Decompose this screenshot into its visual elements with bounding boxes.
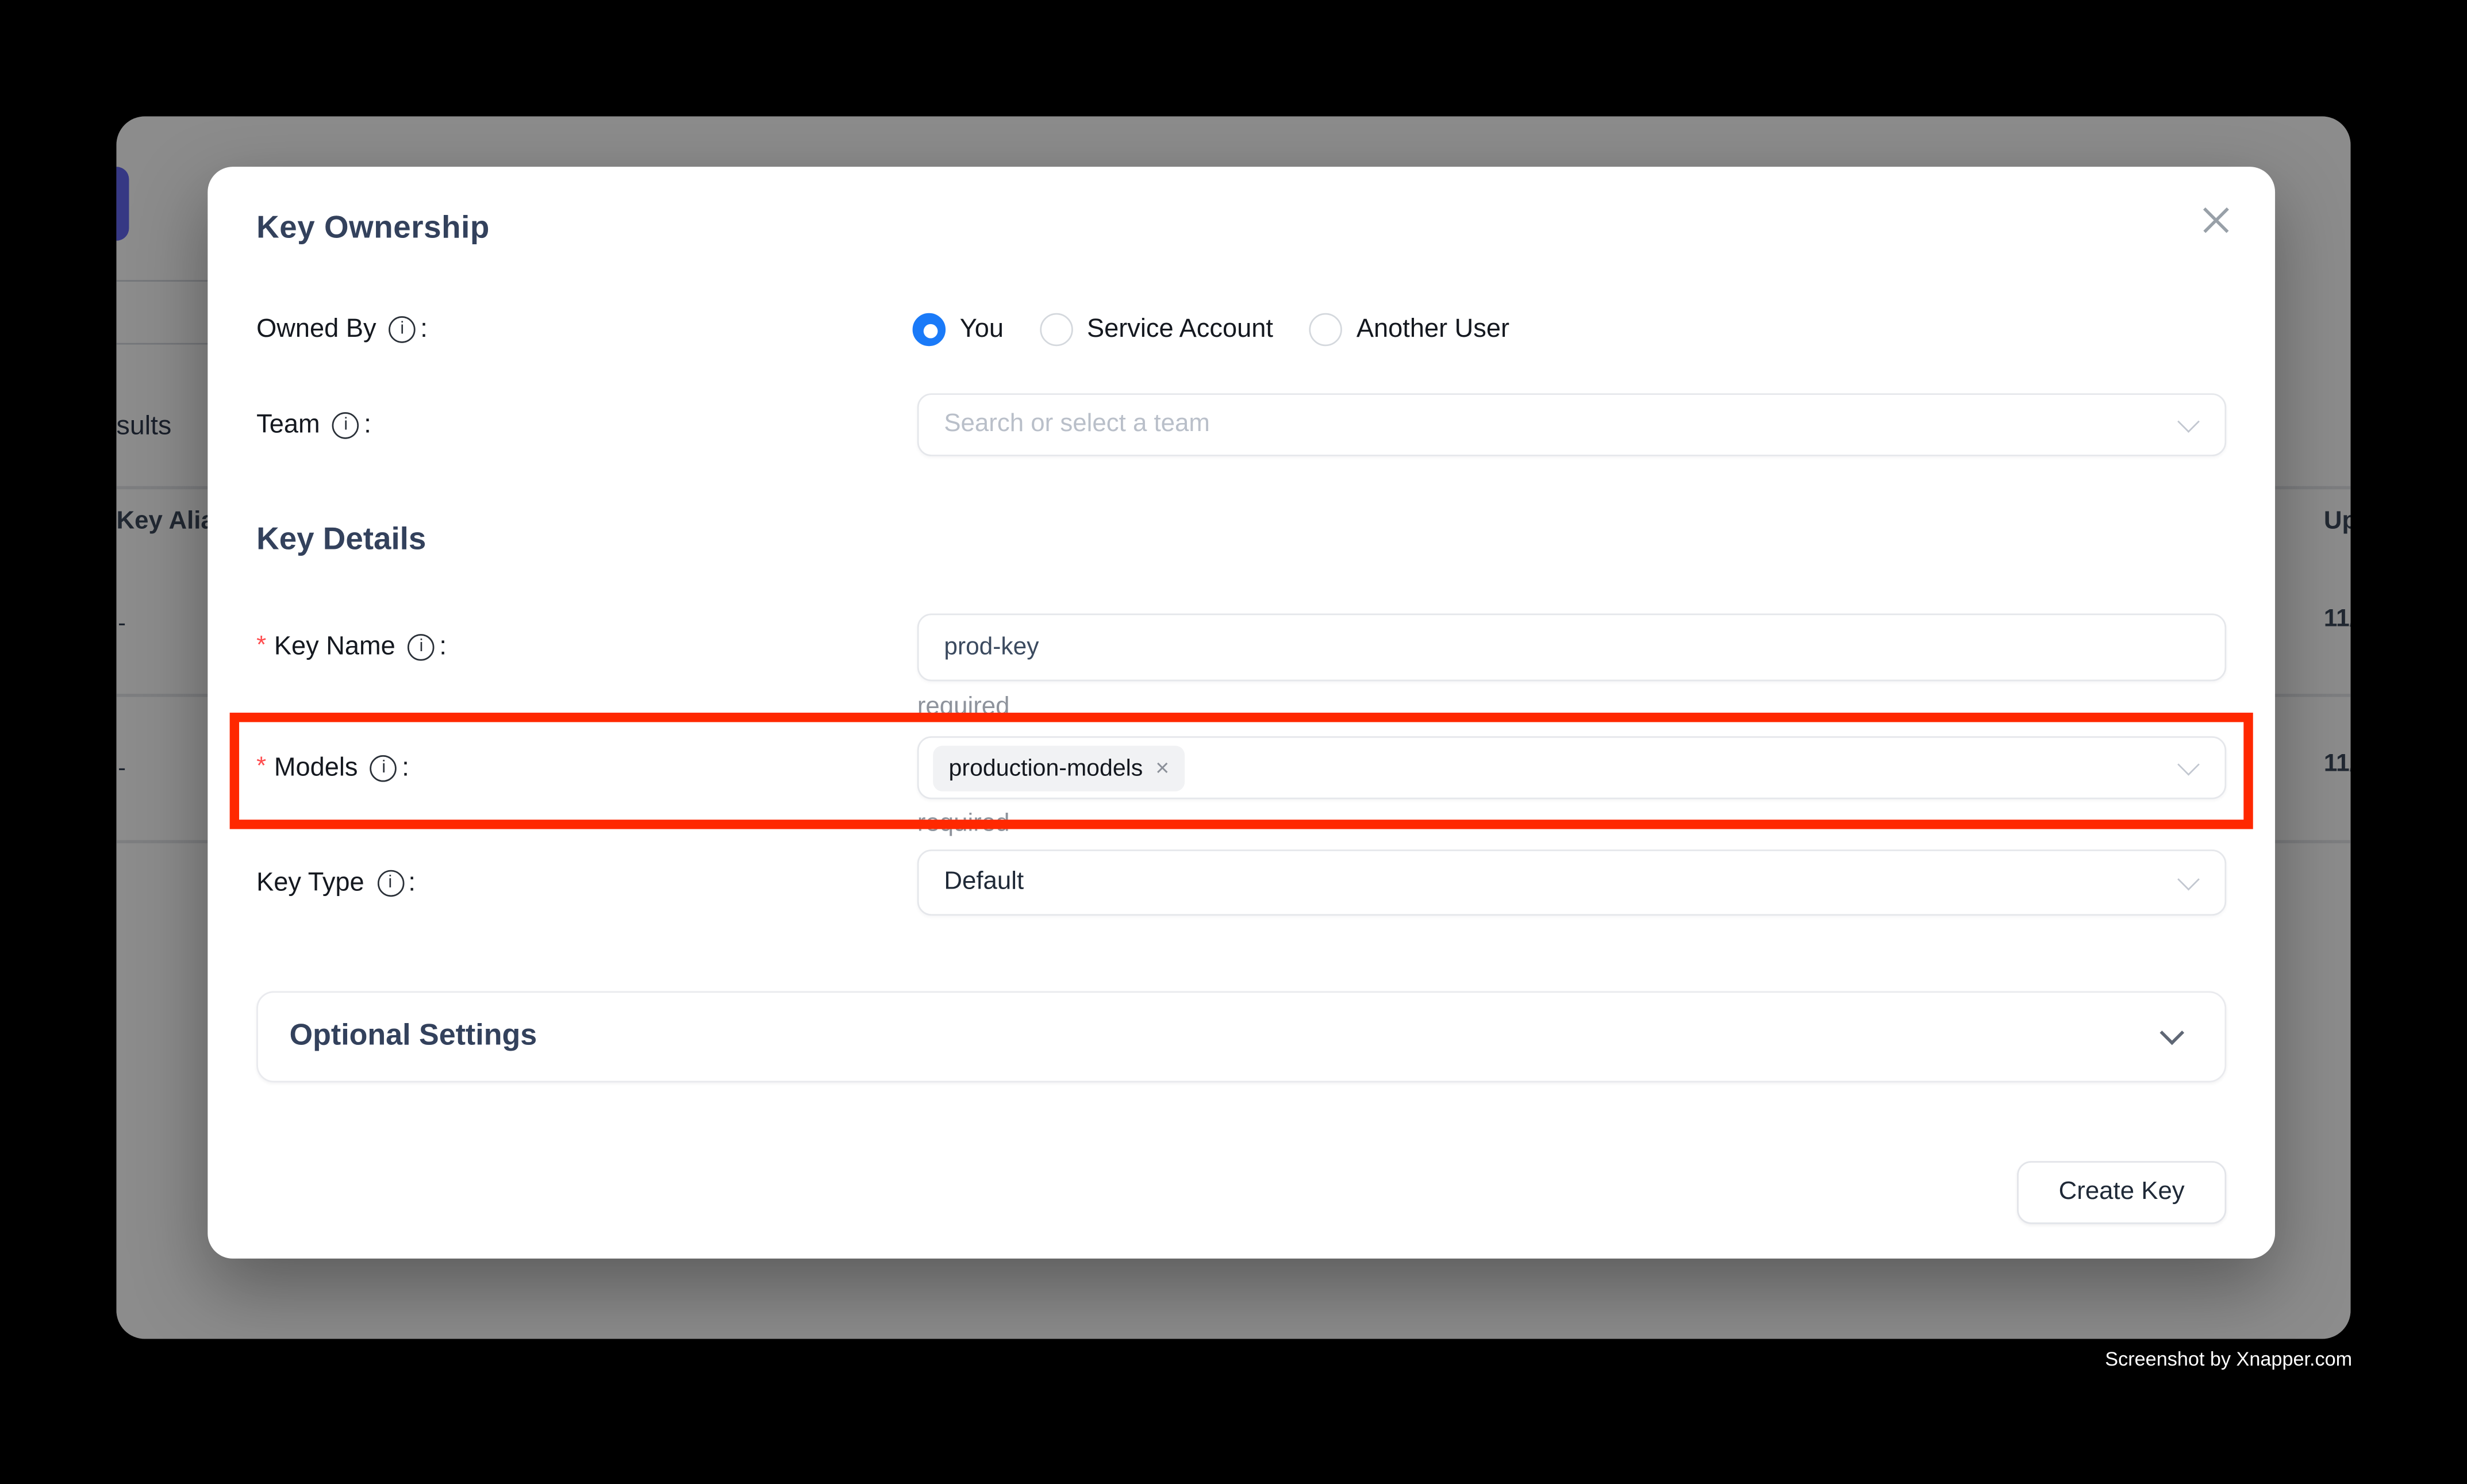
tag-remove-icon[interactable]: ×	[1155, 755, 1169, 782]
chevron-down-icon	[2159, 1021, 2184, 1045]
required-asterisk: *	[256, 632, 266, 660]
radio-unselected-icon	[1309, 312, 1342, 345]
team-select[interactable]	[917, 393, 2226, 456]
key-details-heading: Key Details	[256, 522, 426, 559]
chevron-down-icon	[2177, 410, 2200, 433]
key-type-value: Default	[944, 868, 1024, 897]
key-type-select[interactable]: Default	[917, 849, 2226, 916]
models-required-hint: required	[917, 810, 1010, 839]
radio-service-account[interactable]: Service Account	[1040, 312, 1273, 345]
info-icon[interactable]: i	[389, 316, 416, 343]
create-key-modal: Key Ownership Owned By i : You Service A…	[207, 167, 2275, 1259]
create-key-button[interactable]: Create Key	[2017, 1161, 2226, 1224]
key-name-required-hint: required	[917, 694, 1010, 722]
radio-selected-icon	[913, 312, 946, 345]
info-icon[interactable]: i	[408, 633, 435, 660]
model-tag: production-models ×	[933, 745, 1185, 790]
radio-unselected-icon	[1040, 312, 1073, 345]
models-label: * Models i :	[256, 747, 409, 788]
model-tag-label: production-models	[949, 755, 1143, 782]
optional-settings-toggle[interactable]: Optional Settings	[256, 991, 2226, 1082]
optional-settings-title: Optional Settings	[290, 1020, 537, 1054]
radio-another-user[interactable]: Another User	[1309, 312, 1509, 345]
key-type-label: Key Type i :	[256, 862, 416, 903]
watermark-text: Screenshot by Xnapper.com	[2105, 1348, 2352, 1370]
required-asterisk: *	[256, 753, 266, 782]
owned-by-label: Owned By i :	[256, 309, 428, 349]
key-name-input[interactable]	[917, 614, 2226, 682]
info-icon[interactable]: i	[377, 869, 404, 896]
close-icon[interactable]	[2198, 201, 2236, 239]
team-label: Team i :	[256, 404, 371, 445]
info-icon[interactable]: i	[370, 755, 397, 782]
key-name-label: * Key Name i :	[256, 626, 447, 667]
modal-title: Key Ownership	[256, 211, 490, 247]
team-search-input[interactable]	[944, 410, 2108, 439]
info-icon[interactable]: i	[333, 412, 360, 439]
owned-by-radio-group: You Service Account Another User	[913, 309, 1509, 349]
models-select[interactable]: production-models ×	[917, 736, 2226, 799]
screenshot-stage: eset Filt sults Key Alia Up - 11/ - 11/ …	[0, 0, 2467, 1483]
radio-you[interactable]: You	[913, 312, 1004, 345]
chevron-down-icon	[2177, 753, 2200, 776]
chevron-down-icon	[2177, 868, 2200, 891]
